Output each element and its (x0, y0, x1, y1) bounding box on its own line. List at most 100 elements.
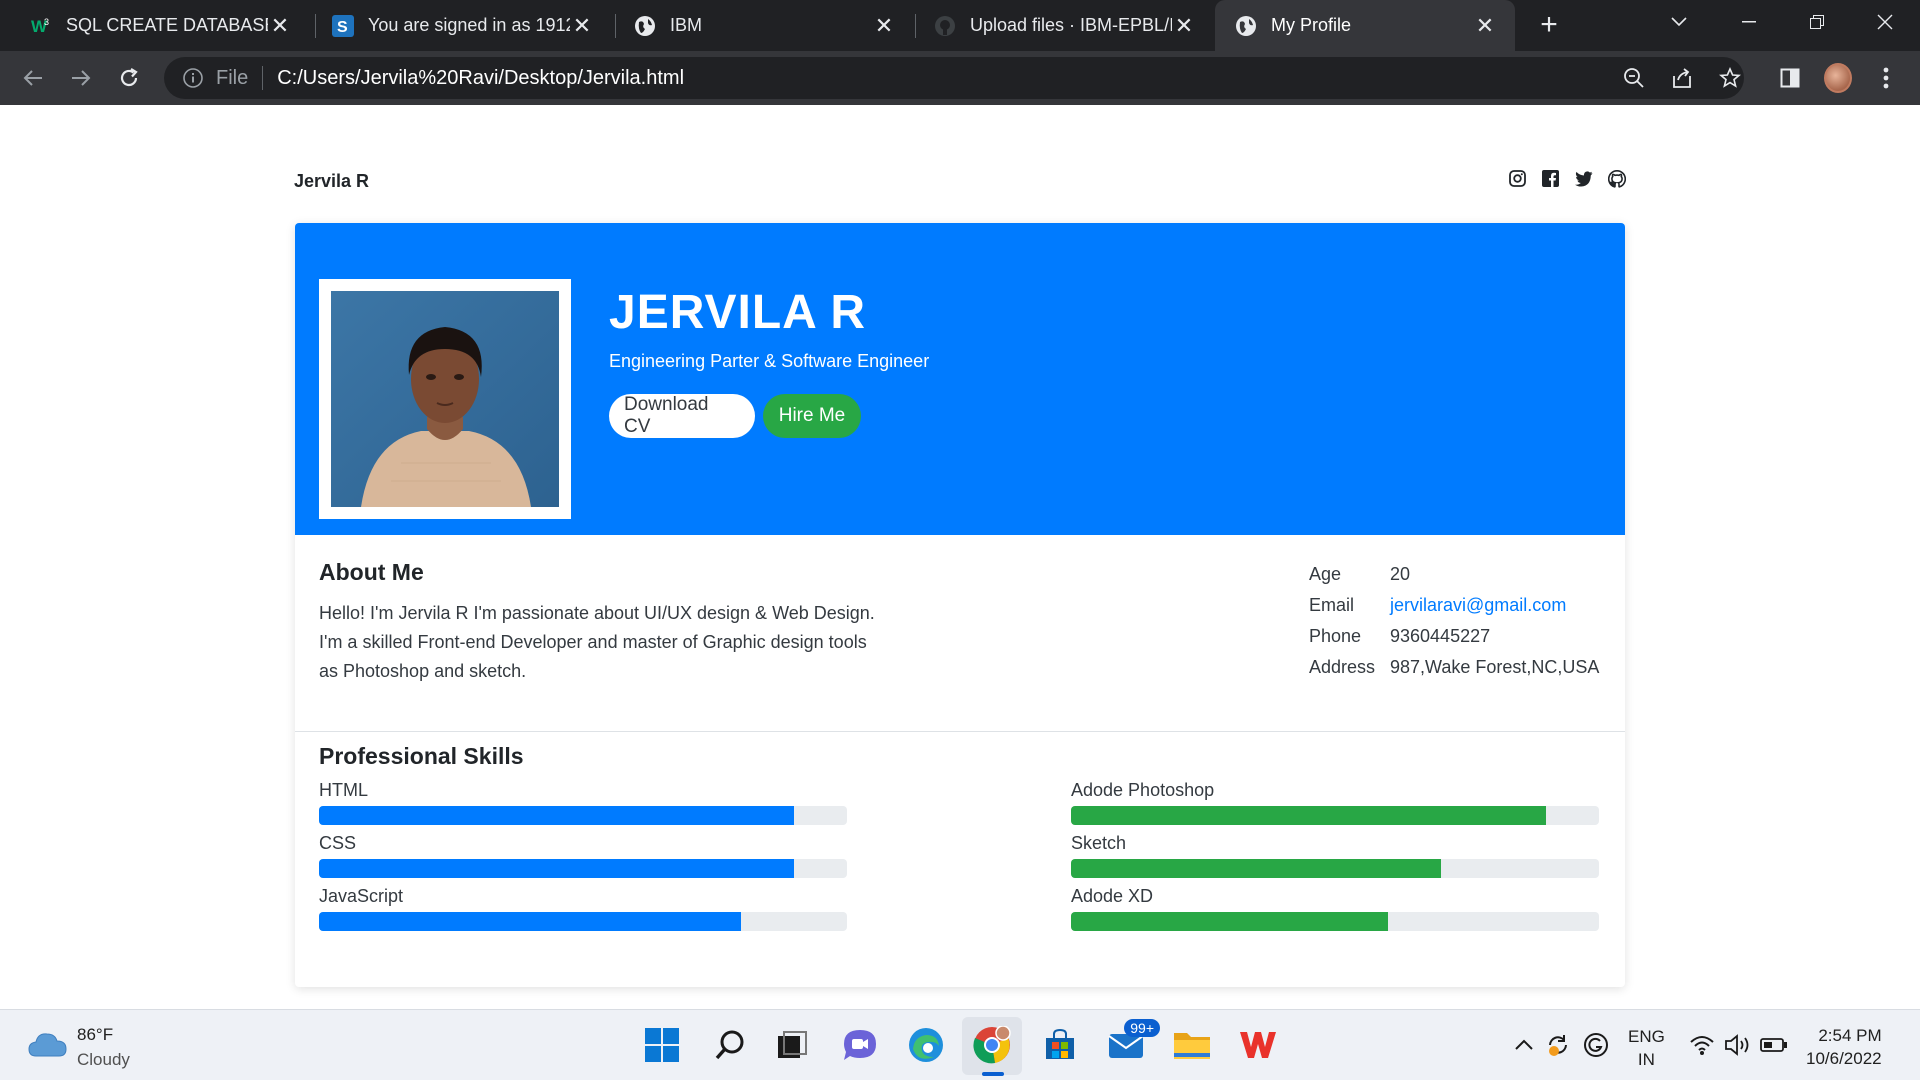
skill-photoshop: Adode Photoshop (1071, 780, 1599, 825)
menu-kebab-icon[interactable] (1872, 64, 1900, 92)
weather-temperature[interactable]: 86°F (77, 1025, 113, 1045)
zoom-icon[interactable] (1620, 64, 1648, 92)
skill-label: Sketch (1071, 833, 1127, 853)
w3schools-icon: W3 (30, 15, 52, 37)
forward-button[interactable] (64, 61, 98, 95)
about-line: as Photoshop and sketch. (319, 661, 527, 681)
skill-progress-fill (1071, 806, 1547, 825)
tab-my-profile[interactable]: My Profile ✕ (1215, 0, 1515, 51)
task-view-icon[interactable] (772, 1025, 812, 1065)
wps-office-icon[interactable] (1238, 1025, 1278, 1065)
cloud-icon[interactable] (28, 1030, 68, 1058)
skill-label: HTML (319, 780, 368, 800)
restore-button[interactable] (1782, 0, 1852, 44)
download-cv-button[interactable]: Download CV (609, 394, 755, 438)
tab-title: IBM (670, 15, 703, 35)
globe-icon (1235, 15, 1257, 37)
section-divider (295, 731, 1625, 732)
tab-search-icon[interactable] (1644, 0, 1714, 44)
back-arrow-icon (23, 70, 42, 86)
tab-sql-create-database[interactable]: W3 SQL CREATE DATABASE St ✕ (0, 0, 310, 51)
chevron-up-icon[interactable] (1510, 1025, 1538, 1065)
edge-browser-icon[interactable] (906, 1025, 946, 1065)
battery-icon[interactable] (1758, 1025, 1790, 1065)
hire-me-button[interactable]: Hire Me (763, 394, 861, 438)
reload-button[interactable] (112, 61, 146, 95)
volume-icon[interactable] (1722, 1025, 1754, 1065)
info-key: Email (1309, 595, 1355, 615)
share-icon[interactable] (1668, 64, 1696, 92)
skill-progress-fill (1071, 912, 1388, 931)
tab-upload-files[interactable]: Upload files · IBM-EPBL/IE ✕ (904, 0, 1214, 51)
clock-time: 2:54 PM (1818, 1026, 1882, 1045)
tab-signed-in[interactable]: S You are signed in as 1912 ✕ (302, 0, 612, 51)
skill-label: Adode XD (1071, 886, 1154, 906)
skill-label: Adode Photoshop (1071, 780, 1215, 800)
search-icon[interactable] (710, 1025, 750, 1065)
profile-avatar[interactable] (1824, 63, 1852, 93)
browser-toolbar: File C:/Users/Jervila%20Ravi/Desktop/Jer… (0, 51, 1920, 105)
grammarly-icon[interactable] (1580, 1025, 1612, 1065)
close-tab-icon[interactable]: ✕ (1473, 13, 1497, 38)
skill-progress-fill (319, 806, 795, 825)
minimize-button[interactable] (1714, 0, 1784, 44)
skill-progress-fill (1071, 859, 1441, 878)
bookmark-star-icon[interactable] (1716, 64, 1744, 92)
skill-label: CSS (319, 833, 357, 853)
tab-title: SQL CREATE DATABASE St (66, 15, 268, 35)
info-key: Age (1309, 564, 1342, 584)
chat-icon[interactable] (840, 1025, 880, 1065)
forward-arrow-icon (72, 70, 91, 86)
close-tab-icon[interactable]: ✕ (872, 13, 896, 38)
language-indicator[interactable]: ENG IN (1628, 1025, 1665, 1071)
profile-photo-frame (319, 279, 571, 519)
back-button[interactable] (16, 61, 50, 95)
chrome-browser-icon[interactable] (972, 1025, 1012, 1065)
mail-icon[interactable]: 99+ (1106, 1019, 1160, 1065)
facebook-icon[interactable] (1541, 169, 1560, 188)
tab-title: Upload files · IBM-EPBL/IE (970, 15, 1172, 35)
file-explorer-icon[interactable] (1172, 1025, 1212, 1065)
url-text[interactable]: C:/Users/Jervila%20Ravi/Desktop/Jervila.… (277, 67, 684, 90)
skill-xd: Adode XD (1071, 886, 1599, 931)
skill-progress-track (1071, 912, 1599, 931)
system-clock[interactable]: 2:54 PM 10/6/2022 (1806, 1024, 1882, 1070)
tab-title: You are signed in as 1912 (368, 15, 570, 35)
info-table: Age 20 Email jervilaravi@gmail.com Phone… (1309, 559, 1599, 683)
store-icon[interactable] (1040, 1025, 1080, 1065)
wifi-icon[interactable] (1686, 1025, 1718, 1065)
github-icon (934, 15, 956, 37)
taskbar: 86°F Cloudy 99+ ENG IN 2:54 PM 10/6/2022 (0, 1009, 1920, 1080)
github-icon[interactable] (1607, 169, 1626, 188)
mail-badge: 99+ (1124, 1019, 1160, 1037)
page-content: Jervila R JERVILA R Engineering Parter &… (0, 105, 1920, 1009)
windows-start-icon[interactable] (642, 1025, 682, 1065)
instagram-icon[interactable] (1508, 169, 1527, 188)
site-brand[interactable]: Jervila R (294, 171, 369, 192)
svg-text:S: S (337, 19, 348, 36)
weather-description[interactable]: Cloudy (77, 1050, 130, 1070)
close-tab-icon[interactable]: ✕ (268, 13, 292, 38)
close-tab-icon[interactable]: ✕ (570, 13, 594, 38)
close-window-button[interactable] (1850, 0, 1920, 44)
new-tab-button[interactable]: + (1534, 10, 1564, 40)
info-icon[interactable] (182, 67, 204, 89)
skill-javascript: JavaScript (319, 886, 847, 931)
close-tab-icon[interactable]: ✕ (1172, 13, 1196, 38)
skill-progress-track (1071, 806, 1599, 825)
email-link[interactable]: jervilaravi@gmail.com (1390, 595, 1566, 616)
chrome-running-indicator (982, 1072, 1004, 1076)
about-line: I'm a skilled Front-end Developer and ma… (319, 632, 867, 652)
globe-icon (634, 15, 656, 37)
twitter-icon[interactable] (1574, 169, 1593, 188)
tab-ibm[interactable]: IBM ✕ (604, 0, 914, 51)
avatar (1824, 63, 1852, 93)
tab-title: My Profile (1271, 15, 1352, 35)
about-line: Hello! I'm Jervila R I'm passionate abou… (319, 603, 875, 623)
sync-icon[interactable] (1542, 1025, 1574, 1065)
address-bar[interactable]: File C:/Users/Jervila%20Ravi/Desktop/Jer… (164, 57, 1744, 99)
skill-sketch: Sketch (1071, 833, 1599, 878)
skill-label: JavaScript (319, 886, 404, 906)
side-panel-icon[interactable] (1776, 64, 1804, 92)
about-heading: About Me (319, 559, 424, 585)
